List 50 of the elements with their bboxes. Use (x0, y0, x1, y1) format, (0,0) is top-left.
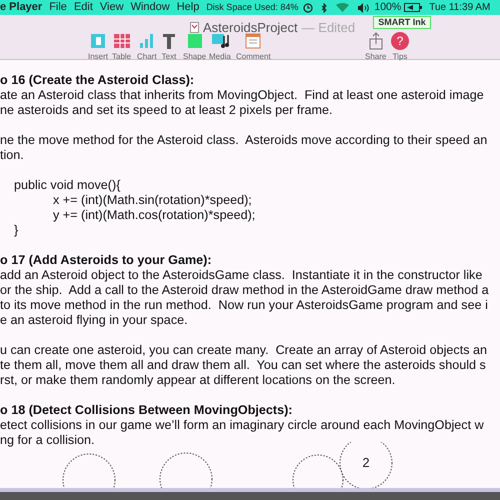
table-icon (112, 32, 131, 50)
volume-icon[interactable] (357, 2, 370, 12)
paragraph-line: ng for a collision. (0, 433, 95, 447)
paragraph-line: e an asteroid flying in your space. (0, 313, 188, 327)
menu-item[interactable]: Help (176, 0, 200, 16)
paragraph-line: ne the move method for the Asteroid class. Asteroids move according to their speed an (0, 133, 488, 147)
circle-number: 2 (362, 455, 370, 470)
toolbar-button[interactable]: ? Tips (391, 32, 409, 61)
section-heading: o 18 (Detect Collisions Between MovingObjects): (0, 403, 293, 417)
paragraph-line: tion. (0, 148, 24, 162)
menubar-clock[interactable]: Tue 11:39 AM (429, 0, 490, 15)
battery-icon[interactable] (404, 3, 422, 12)
paragraph-line: add an Asteroid object to the AsteroidsGame class. Instantiate it in the constructor like (0, 268, 482, 282)
square-icon (186, 32, 204, 50)
code-line: y += (int)(Math.cos(rotation)*speed); (53, 208, 256, 222)
toolbar-button[interactable]: Table (112, 32, 132, 61)
paragraph-line: or the ship. Add a call to the Asteroid draw method in the AsteroidGame draw method a (0, 283, 489, 297)
bluetooth-icon[interactable] (321, 2, 328, 12)
section-heading: o 16 (Create the Asteroid Class): (0, 73, 194, 87)
share-icon (366, 32, 385, 50)
menu-item[interactable]: Window (130, 0, 170, 16)
section-heading: o 17 (Add Asteroids to your Game): (0, 253, 212, 267)
paragraph-line: ate an Asteroid class that inherits from MovingObject. Find at least one asteroid image (0, 88, 484, 102)
edited-status: — Edited (302, 19, 356, 37)
paragraph-line: u can create one asteroid, you can create many. Create an array of Asteroid objects an (0, 343, 487, 357)
app-menu[interactable]: e Player (0, 0, 42, 16)
insert-icon (89, 32, 107, 50)
paragraph-line: te them all, move them all and draw them all. You can set where the asteroids should s (0, 358, 486, 372)
code-line: } (14, 223, 18, 237)
bar-chart-icon (138, 32, 156, 50)
document-icon[interactable] (190, 22, 199, 34)
help-icon: ? (391, 32, 409, 50)
toolbar-button[interactable]: Text (160, 32, 178, 61)
battery-percent: 100% (374, 0, 402, 15)
menu-item[interactable]: View (100, 0, 124, 16)
paragraph-line: rst, or make them randomly appear at different locations on the screen. (0, 373, 396, 387)
toolbar-button[interactable]: Chart (137, 32, 157, 61)
disk-space-status: Disk Space Used: 84% (206, 0, 298, 14)
toolbar-button[interactable]: Insert (88, 32, 108, 61)
menu-item[interactable]: File (49, 0, 67, 16)
code-line: public void move(){ (14, 178, 120, 192)
paragraph-line: etect collisions in our game we’ll form an imaginary circle around each MovingObject w (0, 418, 484, 432)
paragraph-line: ne asteroids and set its speed to at least 2 pixels per frame. (0, 103, 333, 117)
code-line: x += (int)(Math.sin(rotation)*speed); (53, 193, 252, 207)
smart-ink-button[interactable]: SMART Ink (373, 16, 431, 29)
clock-icon[interactable] (303, 2, 314, 12)
menu-item[interactable]: Edit (74, 0, 93, 16)
paragraph-line: to its move method in the run method. Now run your AsteroidsGame program and see i (0, 298, 488, 312)
toolbar-button[interactable]: Share (365, 32, 386, 61)
text-icon (160, 32, 178, 50)
